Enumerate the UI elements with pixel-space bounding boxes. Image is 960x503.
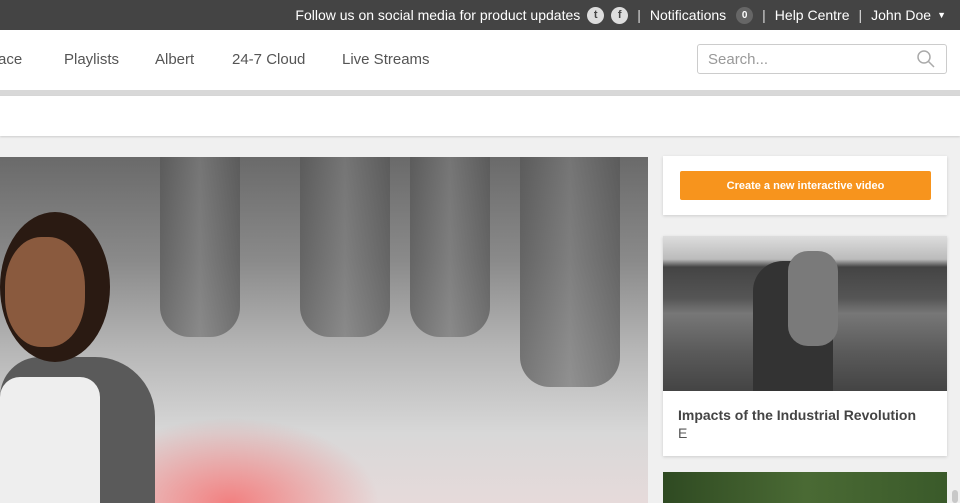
video-background xyxy=(300,157,390,337)
twitter-icon[interactable]: t xyxy=(587,6,605,24)
search-input[interactable]: Search... xyxy=(697,44,947,74)
video-background xyxy=(410,157,490,337)
video-card-title[interactable]: Impacts of the Industrial Revolution xyxy=(678,407,916,423)
nav-item-marketplace[interactable]: ace xyxy=(0,51,22,68)
help-centre-link[interactable]: Help Centre xyxy=(775,7,850,23)
create-interactive-video-button[interactable]: Create a new interactive video xyxy=(680,171,931,200)
nav-item-24-7-cloud[interactable]: 24-7 Cloud xyxy=(232,51,305,68)
follow-text: Follow us on social media for product up… xyxy=(295,7,581,23)
nav-item-live-streams[interactable]: Live Streams xyxy=(342,51,430,68)
main-nav: ace Playlists Albert 24-7 Cloud Live Str… xyxy=(0,30,960,90)
presenter xyxy=(0,377,100,503)
video-thumbnail[interactable] xyxy=(663,236,947,391)
separator: | xyxy=(858,7,863,23)
facebook-icon[interactable]: f xyxy=(611,6,629,24)
scrollbar[interactable] xyxy=(952,490,958,503)
nav-item-playlists[interactable]: Playlists xyxy=(64,51,119,68)
separator: | xyxy=(637,7,641,23)
sub-bar xyxy=(0,96,960,136)
presenter xyxy=(5,237,85,347)
top-bar: Follow us on social media for product up… xyxy=(0,0,960,30)
video-thumbnail[interactable] xyxy=(663,472,947,503)
video-card-subtitle: E xyxy=(678,425,688,441)
user-menu[interactable]: John Doe xyxy=(871,7,931,23)
video-background xyxy=(160,157,240,337)
nav-item-albert[interactable]: Albert xyxy=(155,51,194,68)
search-icon[interactable] xyxy=(916,49,936,69)
search-placeholder: Search... xyxy=(708,50,769,68)
video-player[interactable] xyxy=(0,157,648,503)
separator: | xyxy=(762,7,766,23)
notifications-link[interactable]: Notifications xyxy=(650,7,726,23)
chevron-down-icon[interactable]: ▼ xyxy=(937,10,946,20)
notifications-badge: 0 xyxy=(736,6,754,24)
video-background xyxy=(520,157,620,387)
